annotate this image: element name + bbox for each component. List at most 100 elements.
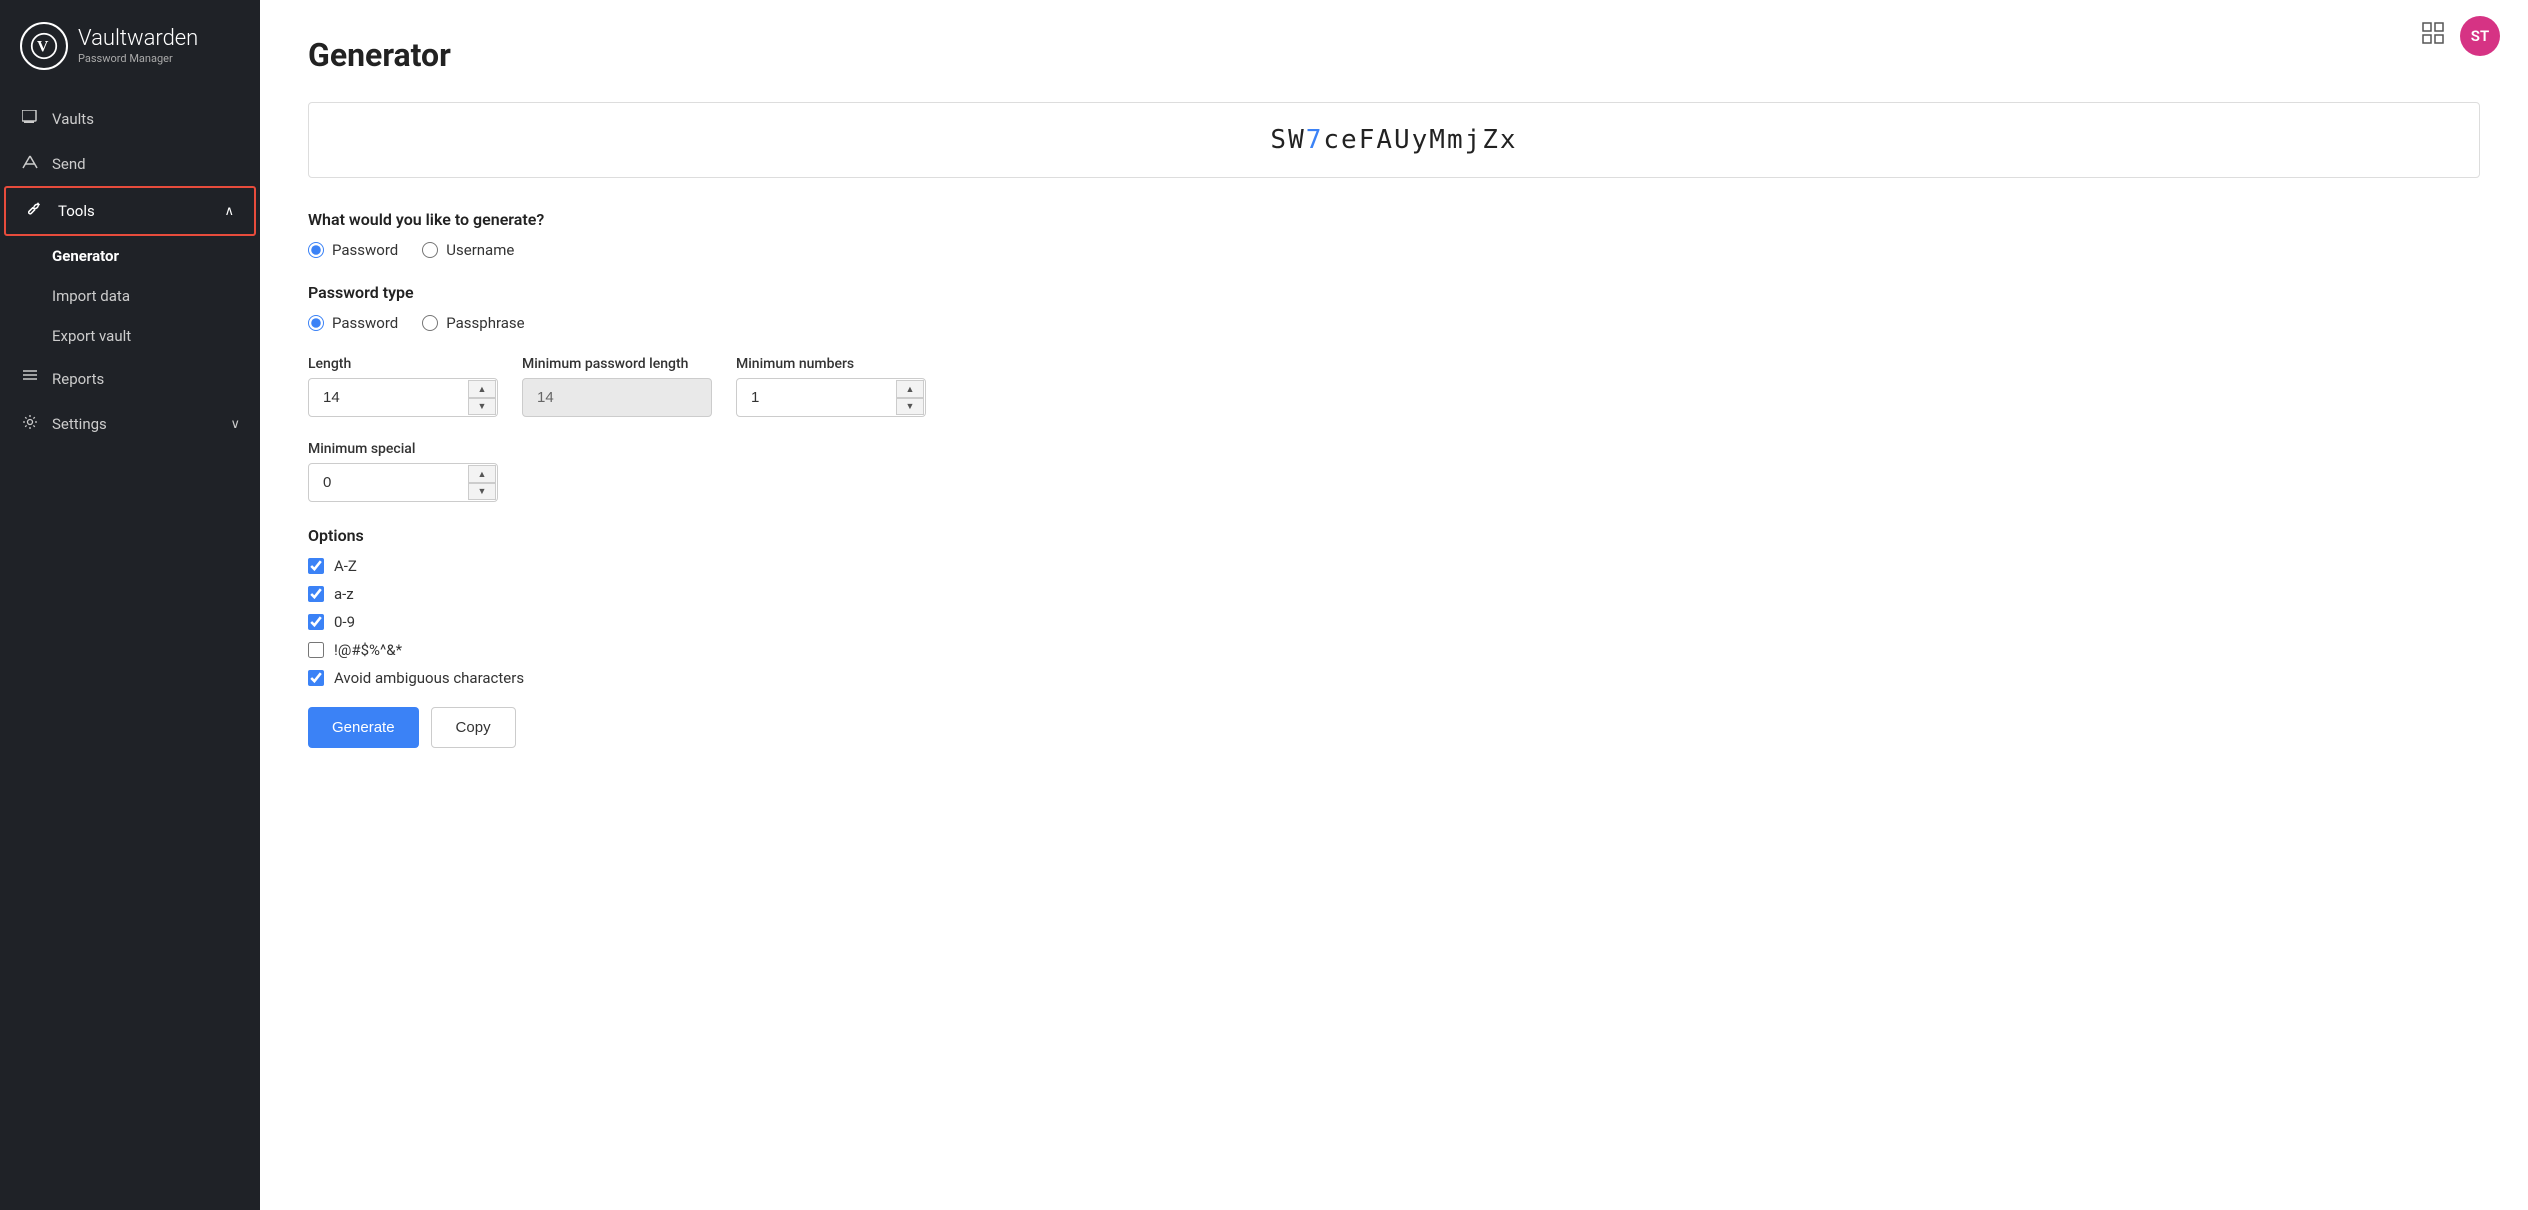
- options-section: Options A-Z a-z 0-9 !@#$%^&*: [308, 526, 2480, 687]
- option-avoid-ambiguous[interactable]: Avoid ambiguous characters: [308, 669, 2480, 687]
- sidebar-item-vaults[interactable]: Vaults: [0, 96, 260, 141]
- vaults-icon: [20, 109, 40, 128]
- send-icon: [20, 154, 40, 173]
- option-az-upper-label: A-Z: [334, 557, 357, 575]
- option-az-upper[interactable]: A-Z: [308, 557, 2480, 575]
- app-name: Vaultwarden: [78, 27, 198, 51]
- option-digits[interactable]: 0-9: [308, 613, 2480, 631]
- copy-button[interactable]: Copy: [431, 707, 516, 748]
- tools-chevron-icon: ∧: [224, 204, 234, 219]
- sidebar-item-tools-label: Tools: [58, 202, 95, 220]
- radio-password[interactable]: Password: [308, 241, 398, 259]
- top-bar: ST: [2422, 16, 2500, 56]
- min-special-increment-button[interactable]: ▲: [468, 465, 496, 483]
- radio-type-passphrase-input[interactable]: [422, 315, 438, 331]
- sidebar-item-settings[interactable]: Settings ∨: [0, 401, 260, 447]
- length-decrement-button[interactable]: ▼: [468, 398, 496, 416]
- min-numbers-wrapper: ▲ ▼: [736, 378, 926, 417]
- length-label: Length: [308, 356, 498, 372]
- sidebar-item-generator-label: Generator: [52, 247, 119, 265]
- radio-password-label: Password: [332, 241, 398, 259]
- sidebar-item-settings-label: Settings: [52, 415, 107, 433]
- sidebar-item-import-label: Import data: [52, 287, 130, 305]
- page-title: Generator: [308, 36, 451, 74]
- sidebar-item-vaults-label: Vaults: [52, 110, 94, 128]
- settings-icon: [20, 414, 40, 434]
- field-min-password-length: Minimum password length: [522, 356, 712, 417]
- settings-chevron-icon: ∨: [230, 417, 240, 432]
- length-fields-row: Length ▲ ▼ Minimum password length: [308, 356, 2480, 417]
- field-min-special: Minimum special ▲ ▼: [308, 441, 498, 502]
- option-az-lower-label: a-z: [334, 585, 354, 603]
- sidebar-item-tools[interactable]: Tools ∧: [4, 186, 256, 236]
- radio-username-label: Username: [446, 241, 514, 259]
- option-special[interactable]: !@#$%^&*: [308, 641, 2480, 659]
- sidebar-item-send[interactable]: Send: [0, 141, 260, 186]
- password-display: SW7ceFAUyMmjZx: [308, 102, 2480, 178]
- option-digits-input[interactable]: [308, 614, 324, 630]
- radio-type-password-label: Password: [332, 314, 398, 332]
- radio-type-password-input[interactable]: [308, 315, 324, 331]
- option-az-lower-input[interactable]: [308, 586, 324, 602]
- min-password-length-input: [522, 378, 712, 417]
- generate-question-label: What would you like to generate?: [308, 210, 2480, 229]
- radio-type-passphrase-label: Passphrase: [446, 314, 524, 332]
- field-length: Length ▲ ▼: [308, 356, 498, 417]
- radio-password-input[interactable]: [308, 242, 324, 258]
- sidebar-item-import[interactable]: Import data: [0, 276, 260, 316]
- special-fields-row: Minimum special ▲ ▼: [308, 441, 2480, 502]
- min-numbers-spinner: ▲ ▼: [896, 380, 924, 415]
- bottom-buttons: Generate Copy: [308, 707, 2480, 748]
- option-avoid-ambiguous-input[interactable]: [308, 670, 324, 686]
- tools-icon: [26, 201, 46, 221]
- radio-username[interactable]: Username: [422, 241, 514, 259]
- radio-type-passphrase[interactable]: Passphrase: [422, 314, 524, 332]
- generate-button[interactable]: Generate: [308, 707, 419, 748]
- app-subtitle: Password Manager: [78, 52, 198, 65]
- sidebar-nav: Vaults Send Tools ∧ Generator: [0, 88, 260, 1210]
- password-suffix: ceFAUyMmjZx: [1323, 125, 1517, 155]
- min-numbers-label: Minimum numbers: [736, 356, 926, 372]
- min-special-spinner: ▲ ▼: [468, 465, 496, 500]
- radio-username-input[interactable]: [422, 242, 438, 258]
- length-input-wrapper: ▲ ▼: [308, 378, 498, 417]
- min-special-label: Minimum special: [308, 441, 498, 457]
- svg-text:V: V: [37, 38, 49, 55]
- sidebar-item-reports[interactable]: Reports: [0, 356, 260, 401]
- option-special-label: !@#$%^&*: [334, 641, 402, 659]
- sidebar-item-generator[interactable]: Generator: [0, 236, 260, 276]
- logo-icon: V: [20, 22, 68, 70]
- length-increment-button[interactable]: ▲: [468, 380, 496, 398]
- password-prefix: SW: [1270, 125, 1305, 155]
- min-password-length-wrapper: [522, 378, 712, 417]
- generate-type-group: Password Username: [308, 241, 2480, 259]
- options-label: Options: [308, 526, 2480, 545]
- min-password-length-label: Minimum password length: [522, 356, 712, 372]
- grid-apps-button[interactable]: [2422, 22, 2444, 50]
- password-type-group: Password Passphrase: [308, 314, 2480, 332]
- option-digits-label: 0-9: [334, 613, 355, 631]
- length-spinner: ▲ ▼: [468, 380, 496, 415]
- sidebar: V Vaultwarden Password Manager Vaults: [0, 0, 260, 1210]
- option-avoid-ambiguous-label: Avoid ambiguous characters: [334, 669, 524, 687]
- min-numbers-decrement-button[interactable]: ▼: [896, 398, 924, 416]
- sidebar-item-export-label: Export vault: [52, 327, 131, 345]
- reports-icon: [20, 369, 40, 388]
- sidebar-item-export[interactable]: Export vault: [0, 316, 260, 356]
- user-avatar[interactable]: ST: [2460, 16, 2500, 56]
- option-az-upper-input[interactable]: [308, 558, 324, 574]
- main-content: Generator SW7ceFAUyMmjZx What would you …: [260, 0, 2528, 1210]
- radio-type-password[interactable]: Password: [308, 314, 398, 332]
- sidebar-item-send-label: Send: [52, 155, 86, 173]
- logo: V Vaultwarden Password Manager: [0, 0, 260, 88]
- sidebar-item-reports-label: Reports: [52, 370, 104, 388]
- password-highlight: 7: [1306, 125, 1324, 155]
- min-special-decrement-button[interactable]: ▼: [468, 483, 496, 501]
- option-az-lower[interactable]: a-z: [308, 585, 2480, 603]
- option-special-input[interactable]: [308, 642, 324, 658]
- min-numbers-increment-button[interactable]: ▲: [896, 380, 924, 398]
- field-min-numbers: Minimum numbers ▲ ▼: [736, 356, 926, 417]
- page-header: Generator: [308, 36, 2480, 74]
- min-special-wrapper: ▲ ▼: [308, 463, 498, 502]
- password-type-label: Password type: [308, 283, 2480, 302]
